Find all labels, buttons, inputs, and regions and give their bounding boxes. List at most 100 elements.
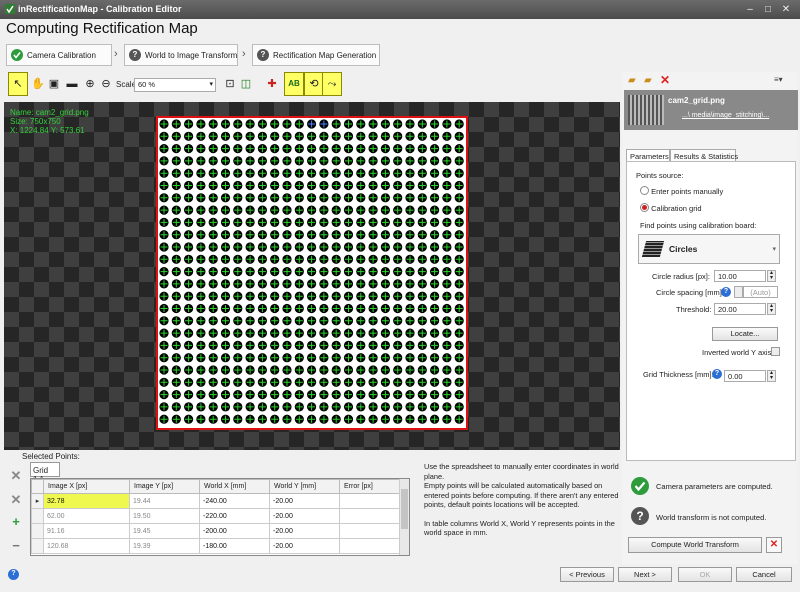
table-cell[interactable]: -240.00 bbox=[199, 493, 270, 509]
radio-enter-manually[interactable]: Enter points manually bbox=[640, 186, 723, 196]
grid-thickness-input[interactable]: 0.00 bbox=[724, 370, 766, 382]
threshold-spinner[interactable]: ▴ ▾ bbox=[767, 303, 776, 315]
table-header: Image X [px] Image Y [px] World X [mm] W… bbox=[31, 479, 400, 494]
radio-calibration-grid[interactable]: Calibration grid bbox=[640, 203, 702, 213]
table-cell[interactable]: -20.00 bbox=[269, 538, 340, 554]
grid-tab[interactable]: Grid 1.1 bbox=[30, 462, 60, 484]
table-cell[interactable]: 19.39 bbox=[129, 538, 200, 554]
table-row[interactable]: 91.16 19.45 -200.00 -20.00 bbox=[31, 523, 400, 539]
minimize-button[interactable]: – bbox=[742, 2, 758, 17]
table-cell[interactable] bbox=[339, 538, 400, 554]
marker-icon[interactable]: ✚ bbox=[262, 72, 282, 96]
current-row-icon: ▸ bbox=[31, 493, 44, 509]
table-row[interactable]: ▸ 32.78 19.44 -240.00 -20.00 bbox=[31, 493, 400, 509]
link-tool-icon[interactable]: ⟲ bbox=[304, 72, 324, 96]
table-cell[interactable] bbox=[339, 493, 400, 509]
region-tool-icon[interactable]: ▣ bbox=[44, 72, 64, 96]
ruler-tool-icon[interactable]: ▬ bbox=[62, 72, 82, 96]
locate-button[interactable]: Locate... bbox=[712, 327, 778, 341]
remove-row-icon[interactable]: − bbox=[6, 536, 26, 556]
step-camera-calibration[interactable]: Camera Calibration bbox=[6, 44, 112, 66]
step-label: Camera Calibration bbox=[27, 51, 96, 60]
file-item[interactable]: cam2_grid.png ...\ media\image_stitching… bbox=[624, 90, 798, 130]
table-cell[interactable] bbox=[339, 523, 400, 539]
table-cell[interactable] bbox=[339, 508, 400, 524]
maximize-button[interactable]: □ bbox=[760, 2, 776, 17]
table-cell[interactable]: 32.78 bbox=[43, 493, 130, 509]
add-folder-icon[interactable]: ▰ bbox=[644, 75, 652, 86]
step-label: World to Image Transform bbox=[145, 51, 238, 60]
help-icon[interactable]: ? bbox=[8, 569, 19, 580]
column-header[interactable]: Error [px] bbox=[339, 479, 400, 494]
table-cell[interactable]: -180.00 bbox=[199, 538, 270, 554]
chevron-right-icon: › bbox=[242, 48, 246, 60]
radio-icon bbox=[640, 186, 649, 195]
circle-spacing-input[interactable]: (Auto) bbox=[743, 286, 778, 298]
step-rectification-map[interactable]: ? Rectification Map Generation bbox=[252, 44, 380, 66]
help-text-1: Use the spreadsheet to manually enter co… bbox=[424, 462, 619, 481]
inverted-y-checkbox[interactable] bbox=[771, 347, 780, 356]
add-row-icon[interactable]: + bbox=[6, 512, 26, 532]
remove-file-icon[interactable]: ✕ bbox=[660, 73, 670, 87]
camera-status: Camera parameters are computed. bbox=[656, 482, 773, 491]
table-cell[interactable]: 62.00 bbox=[43, 508, 130, 524]
circle-radius-spinner[interactable]: ▴ ▾ bbox=[767, 270, 776, 282]
threshold-input[interactable]: 20.00 bbox=[714, 303, 766, 315]
table-scrollbar[interactable] bbox=[399, 479, 409, 555]
pointer-tool-icon[interactable]: ↖ bbox=[8, 72, 28, 96]
close-window-button[interactable]: ✕ bbox=[778, 2, 794, 17]
points-table[interactable]: Image X [px] Image Y [px] World X [mm] W… bbox=[30, 478, 410, 556]
reset-icon[interactable]: ✕ bbox=[766, 537, 782, 553]
help-icon[interactable]: ? bbox=[721, 287, 731, 297]
image-info: Name: cam2_grid.png Size: 750x750 X: 122… bbox=[10, 108, 89, 135]
column-header[interactable]: World Y [mm] bbox=[269, 479, 340, 494]
circle-radius-input[interactable]: 10.00 bbox=[714, 270, 766, 282]
table-cell[interactable]: -20.00 bbox=[269, 493, 340, 509]
board-type-select[interactable]: Circles ▾ bbox=[638, 234, 780, 264]
row-header bbox=[31, 538, 44, 554]
table-cell[interactable]: -20.00 bbox=[269, 508, 340, 524]
column-header[interactable]: World X [mm] bbox=[199, 479, 270, 494]
window-title: inRectificationMap - Calibration Editor bbox=[18, 4, 182, 14]
labels-toggle-button[interactable]: AB bbox=[284, 72, 304, 96]
image-viewport[interactable]: Name: cam2_grid.png Size: 750x750 X: 122… bbox=[4, 102, 620, 450]
table-cell[interactable]: 19.45 bbox=[129, 523, 200, 539]
help-description: Use the spreadsheet to manually enter co… bbox=[424, 462, 620, 538]
file-name: cam2_grid.png bbox=[668, 96, 725, 105]
overlay-icon[interactable]: ◫ bbox=[236, 72, 256, 96]
table-cell[interactable]: -220.00 bbox=[199, 508, 270, 524]
table-row[interactable]: 120.68 19.39 -180.00 -20.00 bbox=[31, 538, 400, 554]
connect-tool-icon[interactable]: ⤳ bbox=[322, 72, 342, 96]
table-cell[interactable]: 19.50 bbox=[129, 508, 200, 524]
compute-world-transform-button[interactable]: Compute World Transform bbox=[628, 537, 762, 553]
help-icon[interactable]: ? bbox=[712, 369, 722, 379]
table-cell[interactable]: -200.00 bbox=[199, 523, 270, 539]
calibration-grid-image[interactable] bbox=[156, 116, 468, 430]
grid-thickness-spinner[interactable]: ▴ ▾ bbox=[767, 370, 776, 382]
delete-icon[interactable]: ✕ bbox=[6, 466, 26, 486]
view-mode-icon[interactable]: ≡▾ bbox=[774, 75, 783, 84]
ok-button[interactable]: OK bbox=[678, 567, 732, 582]
radio-label: Calibration grid bbox=[651, 204, 702, 213]
next-button[interactable]: Next > bbox=[618, 567, 672, 582]
scale-select[interactable]: 60 % ▾ bbox=[134, 78, 216, 92]
file-toolbar: ▰ ▰ ✕ ≡▾ bbox=[624, 72, 798, 90]
column-header[interactable]: Image Y [px] bbox=[129, 479, 200, 494]
clear-icon[interactable]: ✕ bbox=[6, 490, 26, 510]
chevron-down-icon: ▾ bbox=[209, 81, 213, 88]
table-cell[interactable]: -20.00 bbox=[269, 523, 340, 539]
inverted-y-label: Inverted world Y axis bbox=[702, 348, 772, 357]
table-cell[interactable]: 91.16 bbox=[43, 523, 130, 539]
open-folder-icon[interactable]: ▰ bbox=[628, 75, 636, 86]
cancel-button[interactable]: Cancel bbox=[736, 567, 792, 582]
image-size: Size: 750x750 bbox=[10, 117, 61, 126]
column-header[interactable]: Image X [px] bbox=[43, 479, 130, 494]
file-path[interactable]: ...\ media\image_stitching\... bbox=[682, 112, 769, 119]
table-cell[interactable]: 120.68 bbox=[43, 538, 130, 554]
table-cell[interactable]: 19.44 bbox=[129, 493, 200, 509]
zoom-out-icon[interactable]: ⊖ bbox=[96, 72, 116, 96]
spacing-toggle[interactable] bbox=[734, 286, 743, 298]
step-world-to-image[interactable]: ? World to Image Transform bbox=[124, 44, 238, 66]
table-row[interactable]: 62.00 19.50 -220.00 -20.00 bbox=[31, 508, 400, 524]
previous-button[interactable]: < Previous bbox=[560, 567, 614, 582]
